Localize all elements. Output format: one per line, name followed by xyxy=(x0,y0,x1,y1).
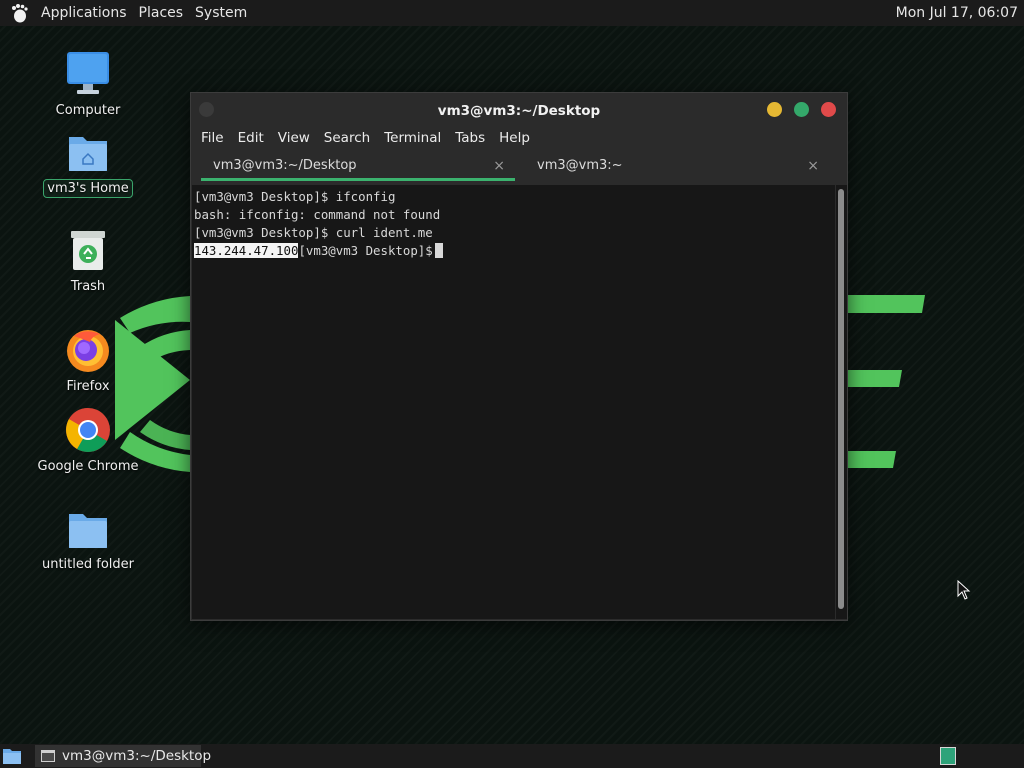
terminal-output[interactable]: [vm3@vm3 Desktop]$ ifconfig bash: ifconfi… xyxy=(192,185,835,619)
trash-icon xyxy=(71,231,105,270)
menu-system[interactable]: System xyxy=(189,0,253,26)
terminal-line: [vm3@vm3 Desktop]$ ifconfig xyxy=(194,189,396,204)
menu-tabs[interactable]: Tabs xyxy=(448,130,492,146)
desktop-icon-trash[interactable]: Trash xyxy=(33,228,143,295)
taskbar-window-button[interactable]: vm3@vm3:~/Desktop xyxy=(35,745,211,767)
desktop-icon-untitled-folder[interactable]: untitled folder xyxy=(33,510,143,573)
terminal-scrollbar[interactable] xyxy=(836,185,847,619)
maximize-button[interactable] xyxy=(794,102,809,117)
top-panel: Applications Places System Mon Jul 17, 0… xyxy=(0,0,1024,26)
menu-edit[interactable]: Edit xyxy=(231,130,271,146)
terminal-line: 143.244.47.100[vm3@vm3 Desktop]$ xyxy=(194,242,835,260)
firefox-icon xyxy=(67,330,109,372)
text-cursor xyxy=(434,243,443,258)
menu-applications[interactable]: Applications xyxy=(35,0,133,26)
window-titlebar[interactable]: vm3@vm3:~/Desktop xyxy=(191,93,847,127)
desktop-icon-label: untitled folder xyxy=(41,557,134,572)
tab-desktop[interactable]: vm3@vm3:~/Desktop × xyxy=(201,153,515,181)
selected-ip-text[interactable]: 143.244.47.100 xyxy=(194,243,299,258)
tab-label: vm3@vm3:~ xyxy=(537,158,623,173)
desktop-icon-computer[interactable]: Computer xyxy=(33,50,143,119)
desktop-icon-firefox[interactable]: Firefox xyxy=(33,326,143,395)
terminal-tabs: vm3@vm3:~/Desktop × vm3@vm3:~ × xyxy=(191,153,847,181)
workspace-switcher[interactable] xyxy=(940,747,956,765)
gnome-foot-icon[interactable] xyxy=(9,3,29,23)
desktop-icon-label: Google Chrome xyxy=(37,459,139,474)
menu-view[interactable]: View xyxy=(271,130,317,146)
terminal-window[interactable]: vm3@vm3:~/Desktop File Edit View Search … xyxy=(190,92,848,621)
desktop-icon-label: Computer xyxy=(55,103,121,118)
desktop-icon-chrome[interactable]: Google Chrome xyxy=(33,406,143,475)
menu-terminal[interactable]: Terminal xyxy=(377,130,448,146)
tab-home[interactable]: vm3@vm3:~ × xyxy=(525,153,829,181)
tab-close-icon[interactable]: × xyxy=(493,153,505,179)
window-menu-button[interactable] xyxy=(199,102,214,117)
home-folder-icon xyxy=(69,137,107,171)
window-title: vm3@vm3:~/Desktop xyxy=(437,103,601,119)
menu-search[interactable]: Search xyxy=(317,130,377,146)
clock[interactable]: Mon Jul 17, 06:07 xyxy=(896,0,1018,26)
desktop-icon-home[interactable]: vm3's Home xyxy=(33,131,143,198)
terminal-window-icon xyxy=(41,750,55,762)
taskbar-window-label: vm3@vm3:~/Desktop xyxy=(62,748,212,764)
terminal-line: [vm3@vm3 Desktop]$ curl ident.me xyxy=(194,225,433,240)
desktop-icon-label: Firefox xyxy=(66,379,110,394)
menu-help[interactable]: Help xyxy=(492,130,537,146)
show-desktop-icon[interactable] xyxy=(2,747,22,765)
bottom-panel: vm3@vm3:~/Desktop xyxy=(0,744,1024,768)
desktop-icon-label: Trash xyxy=(70,279,106,294)
folder-icon xyxy=(69,514,107,548)
scrollbar-thumb[interactable] xyxy=(838,189,844,609)
tab-close-icon[interactable]: × xyxy=(807,153,819,179)
close-button[interactable] xyxy=(821,102,836,117)
terminal-line: bash: ifconfig: command not found xyxy=(194,207,441,222)
chrome-icon xyxy=(66,408,110,452)
terminal-prompt: [vm3@vm3 Desktop]$ xyxy=(298,243,433,258)
tab-label: vm3@vm3:~/Desktop xyxy=(213,158,357,173)
menu-file[interactable]: File xyxy=(194,130,231,146)
desktop-icon-label: vm3's Home xyxy=(43,179,133,198)
minimize-button[interactable] xyxy=(767,102,782,117)
terminal-menubar: File Edit View Search Terminal Tabs Help xyxy=(191,127,847,149)
computer-icon xyxy=(67,52,109,94)
mouse-pointer-icon xyxy=(957,580,971,600)
menu-places[interactable]: Places xyxy=(133,0,190,26)
